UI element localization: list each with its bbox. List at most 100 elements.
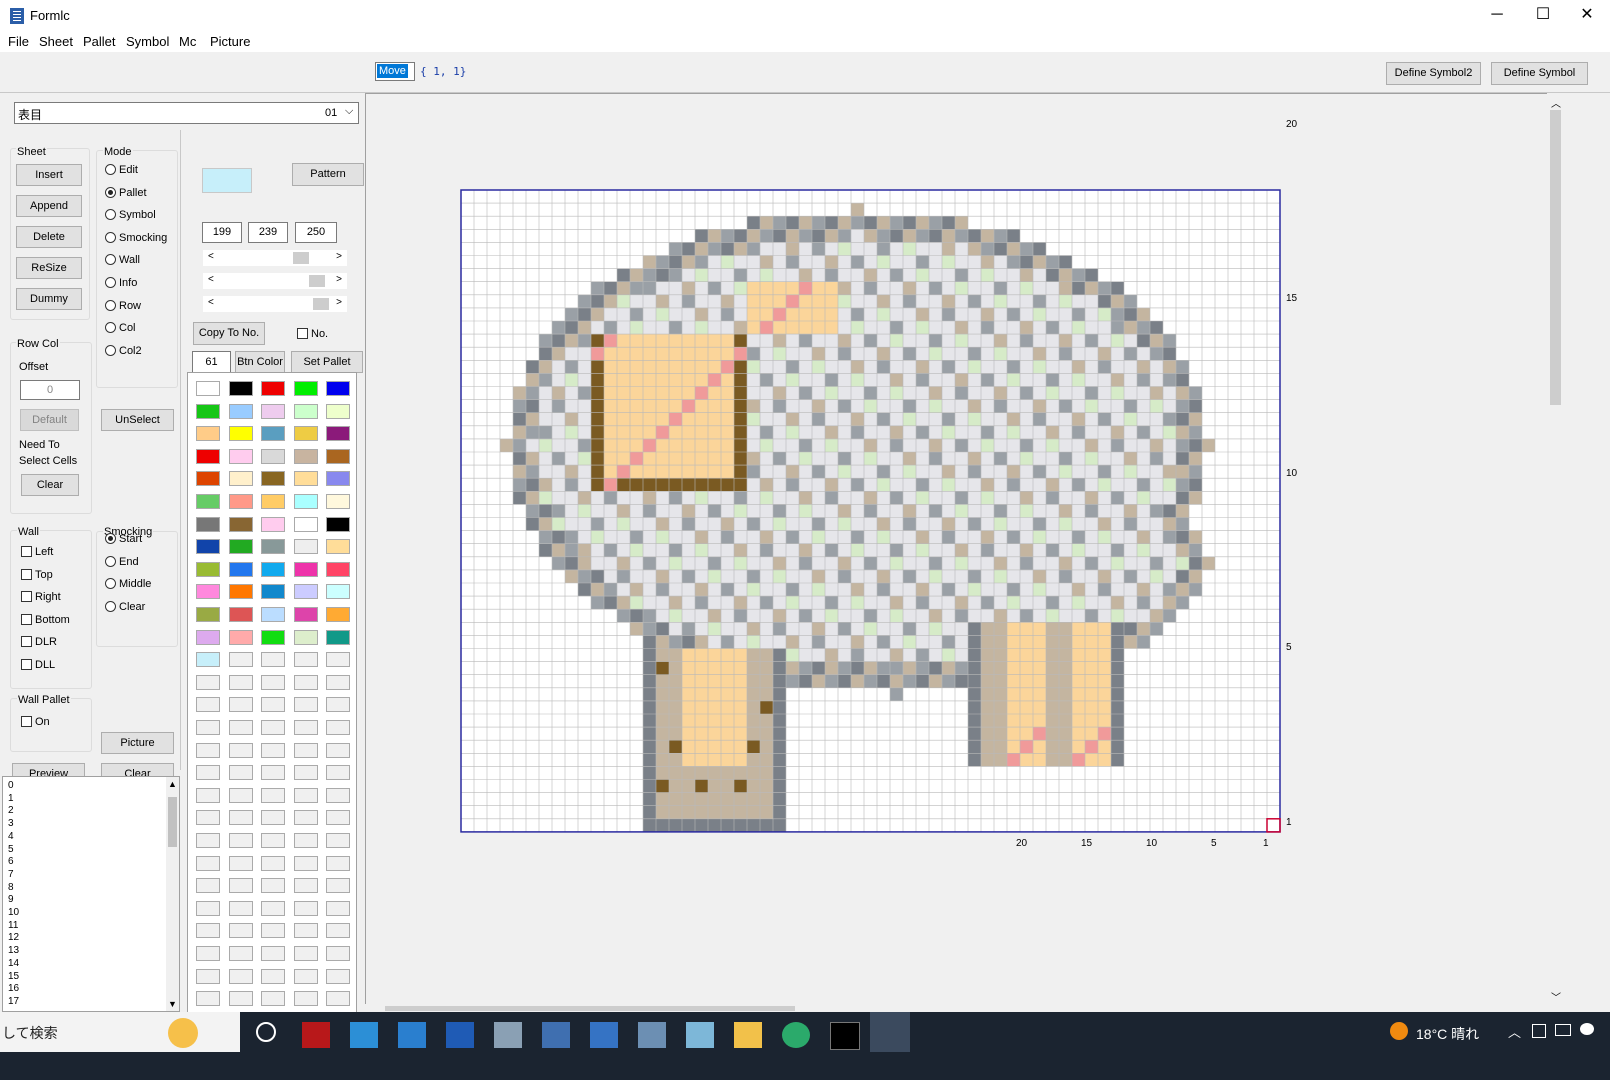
- grid-cell[interactable]: [1124, 412, 1137, 426]
- scroll-up-icon[interactable]: ︿: [1551, 95, 1561, 110]
- pattern-grid[interactable]: [460, 189, 1322, 839]
- grid-cell[interactable]: [734, 609, 747, 623]
- grid-cell[interactable]: [630, 268, 643, 282]
- grid-cell[interactable]: [955, 399, 968, 413]
- grid-cell[interactable]: [864, 622, 877, 636]
- palette-swatch[interactable]: [261, 607, 285, 622]
- smocking-radio-start[interactable]: Start: [105, 533, 142, 545]
- grid-cell[interactable]: [1163, 347, 1176, 361]
- grid-cell[interactable]: [1098, 438, 1111, 452]
- grid-cell[interactable]: [669, 648, 682, 662]
- grid-cell[interactable]: [513, 478, 526, 492]
- grid-cell[interactable]: [1176, 452, 1189, 466]
- grid-cell[interactable]: [1020, 321, 1033, 335]
- grid-cell[interactable]: [734, 779, 747, 793]
- grid-cell[interactable]: [708, 294, 721, 308]
- grid-cell[interactable]: [591, 556, 604, 570]
- grid-cell[interactable]: [968, 281, 981, 295]
- grid-cell[interactable]: [916, 661, 929, 675]
- grid-cell[interactable]: [981, 438, 994, 452]
- grid-cell[interactable]: [877, 321, 890, 335]
- grid-cell[interactable]: [1098, 635, 1111, 649]
- grid-cell[interactable]: [773, 569, 786, 583]
- grid-cell[interactable]: [1124, 596, 1137, 610]
- grid-cell[interactable]: [617, 412, 630, 426]
- grid-cell[interactable]: [968, 714, 981, 728]
- grid-cell[interactable]: [656, 674, 669, 688]
- palette-swatch-empty[interactable]: [293, 810, 318, 826]
- grid-cell[interactable]: [760, 242, 773, 256]
- grid-cell[interactable]: [1163, 556, 1176, 570]
- grid-cell[interactable]: [682, 478, 695, 492]
- grid-cell[interactable]: [721, 779, 734, 793]
- grid-cell[interactable]: [994, 465, 1007, 479]
- grid-cell[interactable]: [799, 281, 812, 295]
- grid-cell[interactable]: [968, 294, 981, 308]
- grid-cell[interactable]: [747, 452, 760, 466]
- grid-cell[interactable]: [786, 412, 799, 426]
- grid-cell[interactable]: [877, 255, 890, 269]
- grid-cell[interactable]: [630, 307, 643, 321]
- grid-cell[interactable]: [734, 438, 747, 452]
- grid-cell[interactable]: [1033, 386, 1046, 400]
- grid-cell[interactable]: [890, 635, 903, 649]
- grid-cell[interactable]: [721, 438, 734, 452]
- picture-button[interactable]: Picture: [101, 732, 174, 754]
- menu-sheet[interactable]: Sheet: [39, 34, 73, 49]
- grid-cell[interactable]: [1111, 543, 1124, 557]
- grid-cell[interactable]: [1124, 491, 1137, 505]
- grid-cell[interactable]: [773, 753, 786, 767]
- grid-cell[interactable]: [942, 425, 955, 439]
- grid-cell[interactable]: [578, 373, 591, 387]
- grid-cell[interactable]: [864, 438, 877, 452]
- grid-cell[interactable]: [942, 360, 955, 374]
- grid-cell[interactable]: [877, 216, 890, 230]
- grid-cell[interactable]: [708, 321, 721, 335]
- canvas-vscroll-thumb[interactable]: [1550, 110, 1561, 405]
- palette-swatch[interactable]: [293, 381, 318, 396]
- grid-cell[interactable]: [994, 373, 1007, 387]
- grid-cell[interactable]: [916, 517, 929, 531]
- grid-cell[interactable]: [682, 347, 695, 361]
- grid-cell[interactable]: [955, 556, 968, 570]
- grid-cell[interactable]: [669, 281, 682, 295]
- grid-cell[interactable]: [747, 517, 760, 531]
- grid-cell[interactable]: [669, 766, 682, 780]
- grid-cell[interactable]: [747, 242, 760, 256]
- grid-cell[interactable]: [669, 478, 682, 492]
- grid-cell[interactable]: [656, 452, 669, 466]
- grid-cell[interactable]: [604, 307, 617, 321]
- grid-cell[interactable]: [747, 268, 760, 282]
- grid-cell[interactable]: [929, 242, 942, 256]
- grid-cell[interactable]: [838, 596, 851, 610]
- grid-cell[interactable]: [734, 596, 747, 610]
- grid-cell[interactable]: [1059, 517, 1072, 531]
- grid-cell[interactable]: [903, 635, 916, 649]
- grid-cell[interactable]: [526, 517, 539, 531]
- grid-cell[interactable]: [773, 373, 786, 387]
- grid-cell[interactable]: [526, 452, 539, 466]
- grid-cell[interactable]: [708, 753, 721, 767]
- grid-cell[interactable]: [929, 307, 942, 321]
- grid-cell[interactable]: [604, 452, 617, 466]
- grid-cell[interactable]: [669, 530, 682, 544]
- grid-cell[interactable]: [994, 399, 1007, 413]
- grid-cell[interactable]: [656, 661, 669, 675]
- palette-swatch-empty[interactable]: [196, 697, 220, 713]
- app-icon-9[interactable]: [686, 1022, 714, 1048]
- grid-cell[interactable]: [1072, 478, 1085, 492]
- grid-cell[interactable]: [929, 399, 942, 413]
- grid-cell[interactable]: [955, 661, 968, 675]
- grid-cell[interactable]: [916, 399, 929, 413]
- grid-cell[interactable]: [1098, 294, 1111, 308]
- grid-cell[interactable]: [1111, 478, 1124, 492]
- grid-cell[interactable]: [942, 438, 955, 452]
- grid-cell[interactable]: [1137, 530, 1150, 544]
- grid-cell[interactable]: [1150, 347, 1163, 361]
- grid-cell[interactable]: [812, 569, 825, 583]
- palette-swatch-empty[interactable]: [228, 946, 253, 961]
- grid-cell[interactable]: [669, 687, 682, 701]
- grid-cell[interactable]: [1007, 569, 1020, 583]
- grid-cell[interactable]: [877, 412, 890, 426]
- grid-cell[interactable]: [838, 674, 851, 688]
